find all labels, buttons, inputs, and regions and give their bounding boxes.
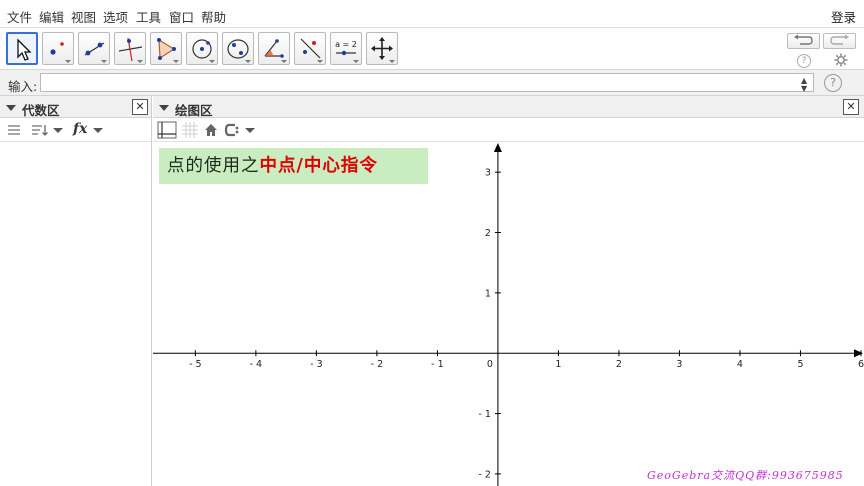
command-input[interactable] — [40, 73, 814, 92]
y-tick-label: - 2 — [478, 469, 491, 480]
x-tick-label: 6 — [858, 359, 864, 370]
tool-point[interactable] — [42, 32, 74, 65]
menu-help[interactable]: 帮助 — [201, 7, 226, 26]
x-tick-label: 0 — [487, 359, 493, 370]
y-tick-label: - 1 — [478, 409, 491, 420]
graphics-header: 绘图区 ✕ — [153, 96, 864, 118]
tool-reflect[interactable] — [294, 32, 326, 65]
undo-icon — [794, 34, 813, 45]
perpendicular-line-icon — [118, 37, 143, 62]
menu-file[interactable]: 文件 — [7, 7, 32, 26]
angle-icon — [264, 39, 284, 58]
tool-move-view[interactable] — [366, 32, 398, 65]
x-tick-label: - 3 — [310, 359, 323, 370]
x-tick-label: - 4 — [250, 359, 263, 370]
toolbar: a = 2 ? — [0, 28, 864, 70]
algebra-title: 代数区 — [22, 103, 60, 118]
y-tick-label: 1 — [485, 288, 491, 299]
graphics-style-bar — [153, 118, 864, 142]
move-arrow-icon — [17, 38, 32, 61]
tool-conic[interactable] — [222, 32, 254, 65]
show-axes-icon[interactable] — [157, 121, 177, 139]
graphics-title: 绘图区 — [175, 103, 213, 118]
redo-icon — [830, 34, 849, 45]
y-tick-label: 2 — [485, 228, 491, 239]
fx-label[interactable]: fx — [73, 121, 87, 137]
y-axis-arrow — [493, 143, 502, 152]
menu-view[interactable]: 视图 — [71, 7, 96, 26]
collapse-triangle-icon[interactable] — [6, 105, 16, 111]
input-history-arrows[interactable]: ▲ ▼ — [801, 77, 807, 93]
graphics-view[interactable]: 绘图区 ✕ - 5 - 4 - 3 - 2 - 1 0 1 2 3 4 5 6 3 2 1 - 1 - 2 点的… — [153, 96, 864, 486]
chevron-down-icon[interactable] — [92, 122, 104, 138]
line-icon — [84, 42, 105, 56]
reflect-icon — [300, 38, 321, 59]
point-icon — [50, 42, 64, 55]
menu-window[interactable]: 窗口 — [169, 7, 194, 26]
login-link[interactable]: 登录 — [831, 7, 856, 26]
tool-slider[interactable]: a = 2 — [330, 32, 362, 65]
tool-move[interactable] — [6, 32, 38, 65]
tool-perpendicular[interactable] — [114, 32, 146, 65]
x-tick-label: - 5 — [189, 359, 202, 370]
circle-center-point-icon — [192, 39, 212, 59]
gear-icon[interactable] — [834, 53, 848, 67]
x-tick-label: - 2 — [371, 359, 384, 370]
caption-prefix: 点的使用之 — [167, 156, 260, 176]
x-tick-label: 1 — [555, 359, 561, 370]
y-tick-label: 3 — [485, 168, 491, 179]
move-graphics-view-icon — [371, 37, 393, 60]
home-icon[interactable] — [203, 121, 219, 139]
show-grid-icon[interactable] — [181, 121, 199, 139]
tool-line[interactable] — [78, 32, 110, 65]
caption-box[interactable]: 点的使用之中点/中心指令 — [159, 148, 428, 184]
input-label: 输入: — [8, 79, 38, 94]
slider-icon: a = 2 — [335, 40, 357, 56]
menu-tools[interactable]: 工具 — [136, 7, 161, 26]
tool-circle[interactable] — [186, 32, 218, 65]
polygon-icon — [157, 38, 176, 60]
input-bar: 输入: ▲ ▼ ? — [0, 70, 864, 96]
sort-icon[interactable] — [30, 122, 64, 138]
collapse-triangle-icon[interactable] — [159, 105, 169, 111]
tool-angle[interactable] — [258, 32, 290, 65]
x-tick-label: 5 — [797, 359, 803, 370]
undo-button[interactable] — [787, 33, 820, 49]
algebra-view: 代数区 ✕ fx — [0, 96, 152, 486]
x-axis-arrow — [854, 349, 863, 358]
menu-edit[interactable]: 编辑 — [39, 7, 64, 26]
watermark-text: GeoGebra交流QQ群:993675985 — [647, 469, 844, 482]
x-tick-label: - 1 — [431, 359, 444, 370]
x-tick-label: 3 — [676, 359, 682, 370]
close-algebra-button[interactable]: ✕ — [132, 99, 148, 115]
redo-button[interactable] — [823, 33, 856, 49]
algebra-header: 代数区 ✕ — [0, 96, 151, 118]
input-help-icon[interactable]: ? — [824, 74, 842, 92]
toolbar-help-icon[interactable]: ? — [797, 54, 811, 68]
list-lines-icon[interactable] — [6, 122, 22, 138]
menu-options[interactable]: 选项 — [103, 7, 128, 26]
point-capturing-icon[interactable] — [223, 121, 259, 139]
coordinate-plane[interactable]: - 5 - 4 - 3 - 2 - 1 0 1 2 3 4 5 6 3 2 1 - 1 - 2 — [153, 142, 864, 486]
algebra-style-bar: fx — [0, 118, 151, 142]
x-tick-label: 4 — [737, 359, 743, 370]
tool-polygon[interactable] — [150, 32, 182, 65]
slider-label: a = 2 — [335, 40, 357, 49]
close-graphics-button[interactable]: ✕ — [843, 99, 859, 115]
conic-ellipse-icon — [227, 39, 249, 59]
menu-bar: 文件 编辑 视图 选项 工具 窗口 帮助 登录 — [0, 0, 864, 28]
x-tick-label: 2 — [616, 359, 622, 370]
caption-highlight: 中点/中心指令 — [259, 156, 378, 176]
